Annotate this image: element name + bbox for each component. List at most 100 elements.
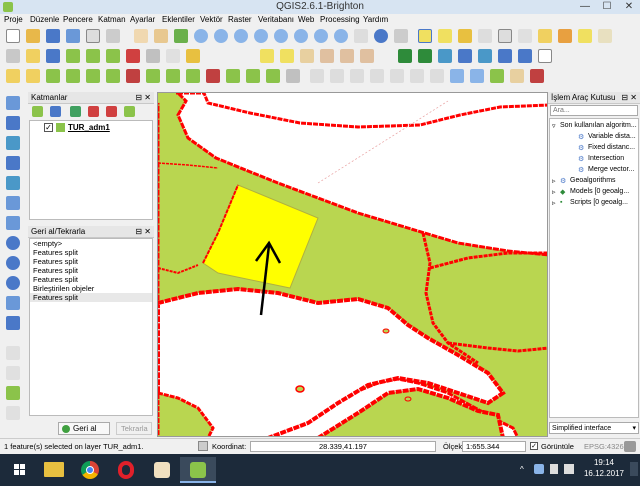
tree-group-models[interactable]: Models [0 geoalg... (570, 188, 629, 195)
coordinate-field[interactable]: 28.339,41.197 (250, 441, 436, 452)
menu-yardim[interactable]: Yardım (363, 15, 388, 24)
menu-duzenle[interactable]: Düzenle (30, 15, 59, 24)
save-as-icon[interactable] (66, 29, 80, 43)
menu-pencere[interactable]: Pencere (63, 15, 93, 24)
add-wfs-layer-icon[interactable] (6, 276, 20, 290)
add-spatialite-icon[interactable] (458, 49, 472, 63)
add-spatialite-layer-icon[interactable] (6, 156, 20, 170)
tray-chevron-icon[interactable]: ^ (520, 465, 524, 474)
add-raster-layer-icon[interactable] (6, 116, 20, 130)
vector-info-icon[interactable] (6, 386, 20, 400)
add-wfs-icon[interactable] (518, 49, 532, 63)
undo-history-item[interactable]: <empty> (30, 239, 152, 248)
open-project-icon[interactable] (26, 29, 40, 43)
pan-to-selection-icon[interactable] (154, 29, 168, 43)
clock-time[interactable]: 19:14 (584, 458, 624, 467)
copy-features-icon[interactable] (166, 49, 180, 63)
align-center-icon[interactable] (330, 69, 344, 83)
add-vector-layer-icon[interactable] (6, 96, 20, 110)
bookmark-icon[interactable] (578, 29, 592, 43)
add-csv-icon[interactable] (538, 49, 552, 63)
text-annotation-icon[interactable] (598, 29, 612, 43)
paste-features-icon[interactable] (186, 49, 200, 63)
add-vector-icon[interactable] (398, 49, 412, 63)
filter-legend-icon[interactable] (70, 106, 81, 117)
field-calculator-icon[interactable] (478, 29, 492, 43)
zoom-actual-icon[interactable] (234, 29, 248, 43)
undo-history-item-selected[interactable]: Features split (30, 293, 152, 302)
menu-veritabani[interactable]: Veritabanı (258, 15, 294, 24)
tree-group-geoalgorithms[interactable]: Geoalgorithms (570, 177, 616, 184)
fill-ring-icon[interactable] (106, 69, 120, 83)
redo-button[interactable]: Tekrarla (116, 422, 152, 435)
reshape-features-icon[interactable] (166, 69, 180, 83)
undo-history-item[interactable]: Features split (30, 257, 152, 266)
refresh-icon[interactable] (354, 29, 368, 43)
sigma-icon[interactable] (530, 69, 544, 83)
add-oracle-layer-icon[interactable] (6, 196, 20, 210)
add-raster-icon[interactable] (418, 49, 432, 63)
add-ring-icon[interactable] (66, 69, 80, 83)
simplify-feature-icon[interactable] (46, 69, 60, 83)
tree-expand-icon[interactable]: ▹ (552, 188, 556, 196)
close-button[interactable]: ✕ (618, 0, 640, 14)
lower-items-icon[interactable] (470, 69, 484, 83)
crs-label[interactable]: EPSG:4326 (584, 442, 624, 451)
label-abc-icon[interactable] (260, 49, 274, 63)
add-feature-icon[interactable] (66, 49, 80, 63)
label-rotate-icon[interactable] (340, 49, 354, 63)
identify-icon[interactable] (374, 29, 388, 43)
tree-expand-icon[interactable]: ▹ (552, 177, 556, 185)
coordinate-toggle-icon[interactable] (198, 441, 208, 451)
add-postgis-layer-icon[interactable] (6, 136, 20, 150)
rotate-symbols-icon[interactable] (286, 69, 300, 83)
label-show-hide-icon[interactable] (300, 49, 314, 63)
qgis-taskbar-icon[interactable] (180, 457, 216, 483)
undo-button[interactable]: Geri al (58, 422, 110, 435)
split-features-icon[interactable] (206, 69, 220, 83)
add-part-icon[interactable] (86, 69, 100, 83)
coordinate-capture-icon[interactable] (6, 406, 20, 420)
scale-combobox[interactable]: 1:655.344 (462, 441, 526, 452)
layer-visibility-checkbox[interactable]: ✓ (44, 123, 53, 132)
annotation-icon[interactable] (558, 29, 572, 43)
opera-icon[interactable] (108, 457, 144, 483)
menu-proje[interactable]: Proje (4, 15, 23, 24)
maximize-button[interactable]: ☐ (596, 0, 618, 14)
add-delimited-text-icon[interactable] (6, 296, 20, 310)
undo-history-item[interactable]: Features split (30, 266, 152, 275)
distribute-icon[interactable] (430, 69, 444, 83)
interface-select[interactable]: Simplified interface ▾ (549, 422, 639, 434)
network-icon[interactable] (534, 464, 544, 474)
undo-icon[interactable] (6, 69, 20, 83)
node-tool-icon[interactable] (106, 49, 120, 63)
minimize-button[interactable]: — (574, 0, 596, 14)
delete-selected-icon[interactable] (126, 49, 140, 63)
toggle-editing-icon[interactable] (26, 49, 40, 63)
undo-history-item[interactable]: Birleştirilen objeler (30, 284, 152, 293)
windows-start-icon[interactable] (2, 457, 38, 483)
label-properties-icon[interactable] (360, 49, 374, 63)
panel-float-close-icon[interactable]: ⊟ ✕ (621, 93, 637, 102)
merge-selected-icon[interactable] (246, 69, 260, 83)
tree-expand-icon[interactable]: ▹ (552, 199, 556, 207)
volume-icon[interactable] (550, 464, 558, 474)
add-postgis-icon[interactable] (438, 49, 452, 63)
add-wcs-icon[interactable] (498, 49, 512, 63)
map-tips-icon[interactable] (538, 29, 552, 43)
deselect-icon[interactable] (438, 29, 452, 43)
expand-all-icon[interactable] (88, 106, 99, 117)
zoom-in-icon[interactable] (194, 29, 208, 43)
menu-processing[interactable]: Processing (320, 15, 360, 24)
add-wcs-layer-icon[interactable] (6, 256, 20, 270)
tree-algorithm[interactable]: Merge vector... (588, 166, 634, 173)
run-action-icon[interactable] (394, 29, 408, 43)
tree-algorithm[interactable]: Fixed distanc... (588, 144, 635, 151)
undo-history-item[interactable]: Features split (30, 275, 152, 284)
measure-icon[interactable] (458, 29, 472, 43)
attribute-table-icon[interactable] (498, 29, 512, 43)
menu-eklentiler[interactable]: Eklentiler (162, 15, 195, 24)
cut-features-icon[interactable] (146, 49, 160, 63)
panel-float-close-icon[interactable]: ⊟ ✕ (135, 227, 151, 236)
composer-manager-icon[interactable] (106, 29, 120, 43)
